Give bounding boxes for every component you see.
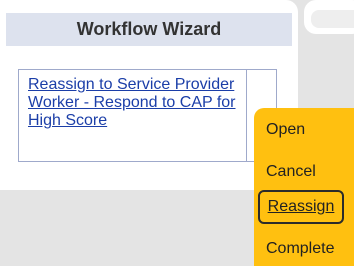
task-row: Reassign to Service Provider Worker - Re…	[18, 69, 277, 162]
menu-item-cancel[interactable]: Cancel	[266, 163, 316, 181]
menu-item-open[interactable]: Open	[266, 121, 305, 139]
adjacent-panel-inner	[311, 10, 354, 28]
menu-item-reassign[interactable]: Reassign	[258, 190, 344, 224]
menu-item-complete[interactable]: Complete	[266, 240, 334, 258]
task-divider	[246, 70, 247, 161]
panel-title: Workflow Wizard	[6, 13, 292, 46]
task-link[interactable]: Reassign to Service Provider Worker - Re…	[28, 76, 240, 130]
action-menu: Open Cancel Reassign Complete	[254, 108, 354, 266]
